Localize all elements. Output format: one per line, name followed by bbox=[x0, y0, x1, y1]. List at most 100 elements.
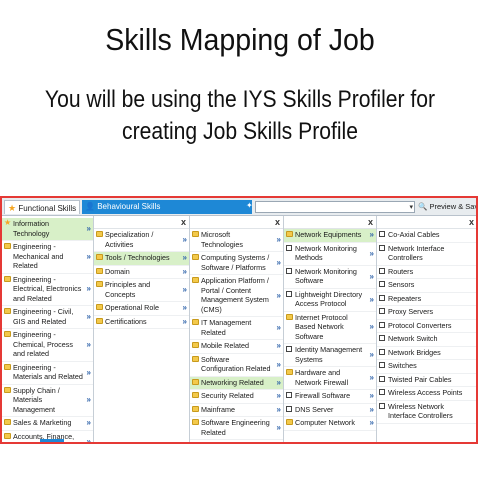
list-item[interactable]: Software Engineering Related » bbox=[190, 417, 283, 440]
list-item[interactable]: Microsoft Technologies » bbox=[190, 229, 283, 252]
search-input[interactable]: ▾ bbox=[255, 201, 415, 213]
list-item[interactable]: Engineering - Chemical, Process and rela… bbox=[2, 329, 93, 362]
expand-arrow-icon[interactable]: » bbox=[277, 391, 281, 401]
list-item[interactable]: Firewall Software » bbox=[284, 390, 376, 404]
expand-arrow-icon[interactable]: » bbox=[370, 249, 374, 259]
checkbox-icon[interactable] bbox=[286, 392, 292, 398]
checkbox-icon[interactable] bbox=[379, 321, 385, 328]
close-icon[interactable]: x bbox=[469, 216, 474, 228]
expand-arrow-icon[interactable]: » bbox=[183, 267, 187, 277]
tab-behavioural-skills[interactable]: 👤 Behavioural Skills bbox=[82, 200, 252, 214]
expand-arrow-icon[interactable]: » bbox=[370, 373, 374, 383]
list-item[interactable]: Supply Chain / Materials Management » bbox=[2, 385, 93, 417]
list-item[interactable]: Routers bbox=[377, 266, 476, 279]
list-item[interactable]: Network Equipments » bbox=[284, 229, 376, 243]
list-item[interactable]: Wireless Network Interface Controllers bbox=[377, 401, 476, 424]
list-item[interactable]: Network Monitoring Methods » bbox=[284, 243, 376, 266]
list-item[interactable]: Mainframe » bbox=[190, 404, 283, 417]
checkbox-icon[interactable] bbox=[379, 389, 385, 395]
checkbox-icon[interactable] bbox=[379, 244, 385, 251]
expand-arrow-icon[interactable]: » bbox=[183, 317, 187, 327]
tab-functional-skills[interactable]: ★ Functional Skills bbox=[4, 200, 80, 214]
list-item[interactable]: Switches bbox=[377, 360, 476, 374]
expand-arrow-icon[interactable]: » bbox=[277, 341, 281, 351]
checkbox-icon[interactable] bbox=[379, 362, 385, 368]
expand-arrow-icon[interactable]: » bbox=[183, 285, 187, 295]
checkbox-icon[interactable] bbox=[286, 405, 292, 412]
list-item[interactable]: Network Monitoring Software » bbox=[284, 266, 376, 289]
expand-arrow-icon[interactable]: » bbox=[370, 350, 374, 360]
checkbox-icon[interactable] bbox=[286, 346, 292, 352]
expand-arrow-icon[interactable]: » bbox=[183, 253, 187, 263]
preview-save-button[interactable]: 🔍 Preview & Save bbox=[418, 200, 476, 214]
expand-arrow-icon[interactable]: » bbox=[277, 423, 281, 433]
expand-arrow-icon[interactable]: » bbox=[370, 418, 374, 428]
close-icon[interactable]: x bbox=[275, 216, 280, 228]
expand-arrow-icon[interactable]: » bbox=[87, 368, 91, 378]
list-item[interactable]: Proxy Servers bbox=[377, 306, 476, 320]
list-item[interactable]: Computing Systems / Software / Platforms… bbox=[190, 252, 283, 275]
expand-arrow-icon[interactable]: » bbox=[277, 323, 281, 333]
expand-arrow-icon[interactable]: » bbox=[183, 235, 187, 245]
expand-arrow-icon[interactable]: » bbox=[277, 235, 281, 245]
checkbox-icon[interactable] bbox=[379, 348, 385, 355]
list-item[interactable]: Principles and Concepts » bbox=[94, 279, 189, 302]
checkbox-icon[interactable] bbox=[379, 402, 385, 409]
list-item[interactable]: Wireless Access Points bbox=[377, 387, 476, 401]
expand-arrow-icon[interactable]: » bbox=[277, 258, 281, 268]
expand-arrow-icon[interactable]: » bbox=[370, 230, 374, 240]
expand-arrow-icon[interactable]: » bbox=[277, 378, 281, 388]
expand-arrow-icon[interactable]: » bbox=[370, 272, 374, 282]
scroll-indicator[interactable] bbox=[40, 439, 64, 442]
list-item[interactable]: IT Management Related » bbox=[190, 317, 283, 340]
list-item[interactable]: Hardware and Network Firewall » bbox=[284, 367, 376, 390]
list-item[interactable]: Application Platform / Portal / Content … bbox=[190, 275, 283, 317]
list-item[interactable]: Domain » bbox=[94, 266, 189, 279]
expand-arrow-icon[interactable]: » bbox=[87, 395, 91, 405]
list-item[interactable]: Sensors bbox=[377, 279, 476, 293]
close-icon[interactable]: x bbox=[368, 216, 373, 228]
list-item[interactable]: Internet Protocol Based Network Software… bbox=[284, 312, 376, 344]
checkbox-icon[interactable] bbox=[286, 244, 292, 251]
list-item[interactable]: Engineering - Mechanical and Related » bbox=[2, 241, 93, 274]
list-item[interactable]: Network Switch bbox=[377, 333, 476, 347]
expand-arrow-icon[interactable]: » bbox=[370, 405, 374, 415]
checkbox-icon[interactable] bbox=[379, 308, 385, 314]
expand-arrow-icon[interactable]: » bbox=[370, 322, 374, 332]
expand-arrow-icon[interactable]: » bbox=[277, 360, 281, 370]
list-item[interactable]: Engineering - Civil, GIS and Related » bbox=[2, 306, 93, 329]
checkbox-icon[interactable] bbox=[379, 335, 385, 341]
checkbox-icon[interactable] bbox=[379, 281, 385, 287]
list-item[interactable]: Tools / Technologies » bbox=[94, 252, 189, 266]
list-item[interactable]: Security Related » bbox=[190, 390, 283, 404]
expand-arrow-icon[interactable]: » bbox=[87, 224, 91, 234]
expand-arrow-icon[interactable]: » bbox=[183, 303, 187, 313]
list-item[interactable]: Sales & Marketing » bbox=[2, 417, 93, 431]
close-icon[interactable]: x bbox=[181, 216, 186, 228]
list-item[interactable]: Specialization / Activities » bbox=[94, 229, 189, 252]
expand-arrow-icon[interactable]: » bbox=[87, 340, 91, 350]
list-item[interactable]: Twisted Pair Cables bbox=[377, 374, 476, 387]
list-item[interactable]: Mobile Related » bbox=[190, 340, 283, 354]
checkbox-icon[interactable] bbox=[379, 294, 385, 301]
checkbox-icon[interactable] bbox=[379, 267, 385, 274]
list-item[interactable]: Networking Related » bbox=[190, 376, 283, 390]
checkbox-icon[interactable] bbox=[379, 231, 385, 237]
checkbox-icon[interactable] bbox=[379, 375, 385, 382]
list-item[interactable]: ★ Information Technology » bbox=[2, 218, 93, 241]
list-item[interactable]: Operational Role » bbox=[94, 302, 189, 316]
list-item[interactable]: Repeaters bbox=[377, 293, 476, 306]
expand-arrow-icon[interactable]: » bbox=[370, 391, 374, 401]
expand-arrow-icon[interactable]: » bbox=[87, 437, 91, 443]
list-item[interactable]: Protocol Converters bbox=[377, 320, 476, 333]
expand-arrow-icon[interactable]: » bbox=[277, 291, 281, 301]
expand-arrow-icon[interactable]: » bbox=[87, 312, 91, 322]
expand-arrow-icon[interactable]: » bbox=[87, 284, 91, 294]
list-item[interactable]: DNS Server » bbox=[284, 404, 376, 417]
list-item[interactable]: Engineering - Electrical, Electronics an… bbox=[2, 274, 93, 306]
list-item[interactable]: Identity Management Systems » bbox=[284, 344, 376, 367]
list-item[interactable]: Computer Network » bbox=[284, 417, 376, 431]
expand-arrow-icon[interactable]: » bbox=[87, 252, 91, 262]
clear-icon[interactable]: ✦ bbox=[246, 201, 253, 210]
list-item[interactable]: Co-Axial Cables bbox=[377, 229, 476, 243]
